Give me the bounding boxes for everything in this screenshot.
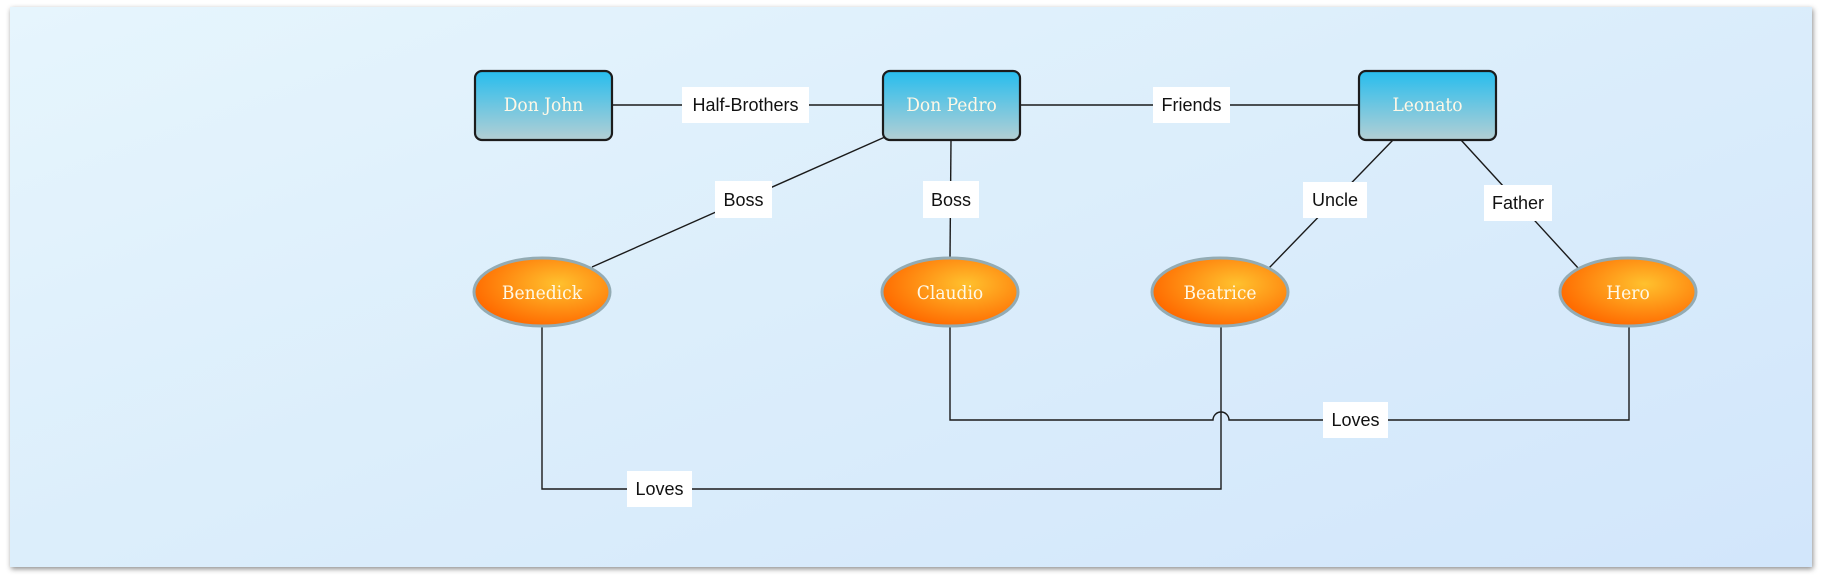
node-benedick[interactable]: Benedick [472, 256, 612, 328]
edge-label-father: Father [1484, 185, 1552, 221]
edge-label-boss-benedick: Boss [715, 181, 772, 218]
edge-label-text: Friends [1161, 95, 1221, 115]
edge-label-half-brothers: Half-Brothers [682, 87, 809, 123]
edge-label-text: Boss [931, 190, 971, 210]
node-label: Hero [1606, 282, 1649, 304]
node-label: Don John [504, 94, 584, 116]
edge-label-text: Father [1492, 193, 1544, 213]
node-label: Claudio [917, 282, 983, 304]
edge-label-text: Half-Brothers [692, 95, 798, 115]
node-claudio[interactable]: Claudio [880, 256, 1020, 328]
edges [541, 104, 1630, 490]
node-leonato[interactable]: Leonato [1357, 69, 1498, 142]
edge-loves-benedick-beatrice[interactable] [541, 327, 1222, 490]
edge-label-text: Uncle [1312, 190, 1358, 210]
edge-label-loves-claudio-hero: Loves [1323, 402, 1388, 438]
edge-label-text: Loves [635, 479, 683, 499]
edge-loves-claudio-hero[interactable] [949, 327, 1630, 421]
relationship-diagram: Half-Brothers Friends Boss Boss Uncle Fa… [472, 69, 1698, 507]
node-beatrice[interactable]: Beatrice [1150, 256, 1290, 328]
edge-label-text: Loves [1331, 410, 1379, 430]
node-don-john[interactable]: Don John [473, 69, 614, 142]
edge-label-boss-claudio: Boss [923, 181, 979, 218]
node-hero[interactable]: Hero [1558, 256, 1698, 328]
edge-label-loves-benedick-beatrice: Loves [627, 471, 692, 507]
node-label: Leonato [1392, 94, 1462, 116]
edge-label-uncle: Uncle [1303, 182, 1367, 218]
node-don-pedro[interactable]: Don Pedro [881, 69, 1022, 142]
node-label: Beatrice [1183, 282, 1256, 304]
edge-label-friends: Friends [1153, 87, 1230, 123]
node-label: Benedick [502, 282, 583, 304]
node-label: Don Pedro [906, 94, 997, 116]
edge-label-text: Boss [723, 190, 763, 210]
